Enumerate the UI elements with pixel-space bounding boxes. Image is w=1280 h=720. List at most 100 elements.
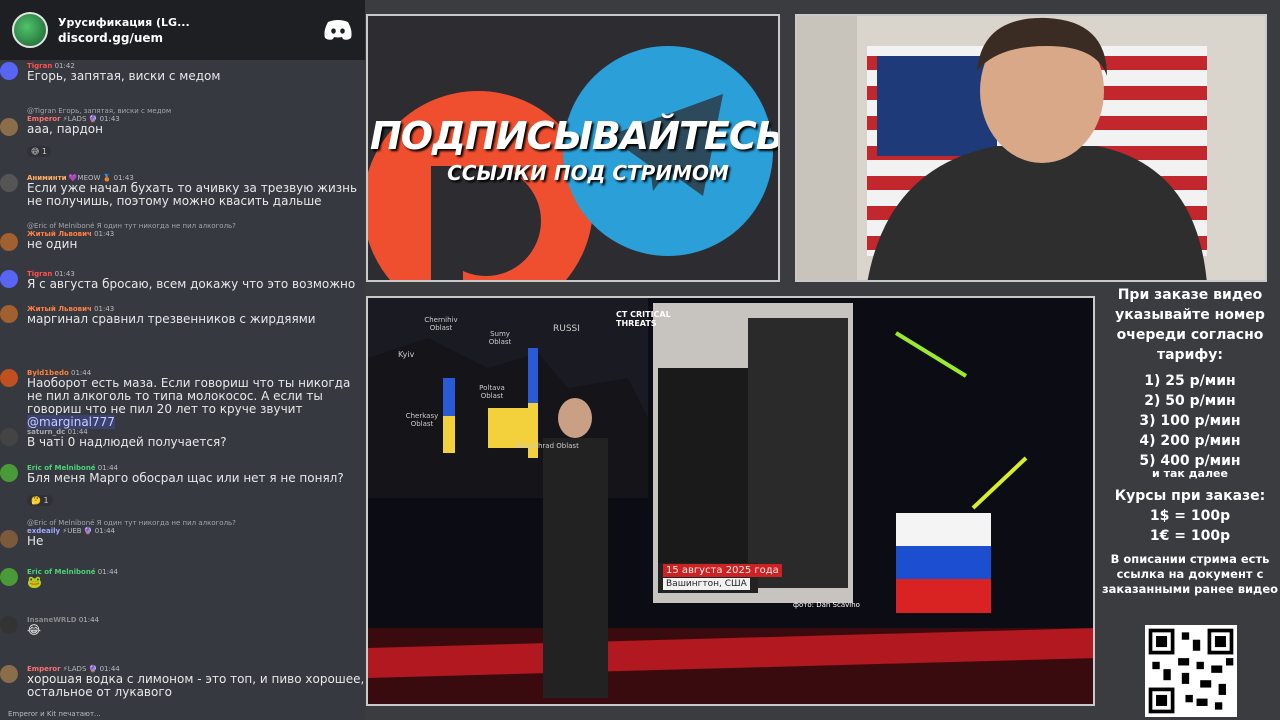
map-label-kyiv: Kyiv <box>398 350 415 359</box>
critical-threats-logo: CT CRITICAL THREATS <box>616 310 671 328</box>
tariff-4: 4) 200 р/мин <box>1139 433 1241 449</box>
invite-link[interactable]: discord.gg/uem <box>58 31 313 45</box>
user-avatar[interactable] <box>0 62 18 80</box>
user-avatar[interactable] <box>0 270 18 288</box>
chat-message: Byld1bedo 01:44 Наоборот есть маза. Если … <box>0 369 365 429</box>
message-text: не один <box>27 238 365 251</box>
user-avatar[interactable] <box>0 428 18 446</box>
promo-banner: ПОДПИСЫВАЙТЕСЬ ССЫЛКИ ПОД СТРИМОМ <box>366 14 780 282</box>
message-body: хорошая водка с лимоном - это топ, и пив… <box>27 672 365 699</box>
reply-reference[interactable]: @Eric of Melniboné Я один тут никогда не… <box>27 222 365 230</box>
order-intro: При заказе видео указывайте номер очеред… <box>1115 287 1265 363</box>
reply-reference[interactable]: @Eric of Melniboné Я один тут никогда не… <box>27 519 365 527</box>
message-body: Наоборот есть маза. Если говориш что ты … <box>27 376 351 416</box>
tariff-3: 3) 100 р/мин <box>1139 413 1241 429</box>
timestamp: 01:44 <box>94 527 115 535</box>
chat-message: Emperor ⚡LADS 🔮 01:44 хорошая водка с лим… <box>0 665 365 699</box>
server-name: Урусификация (LG... <box>58 15 190 29</box>
map-label-sumy: Sumy Oblast <box>488 330 512 346</box>
webcam-image <box>797 16 1265 280</box>
message-text: маргинал сравнил трезвенников с жирдяями <box>27 313 365 326</box>
message-body: Я с августа бросаю, всем докажу что это … <box>27 277 356 291</box>
discord-chat-panel: Урусификация (LG... discord.gg/uem Tigra… <box>0 0 365 720</box>
tariff-etc: и так далее <box>1152 467 1228 480</box>
message-list[interactable]: Tigran 01:42 Егорь, запятая, виски с медо… <box>0 60 365 720</box>
message-body: маргинал сравнил трезвенников с жирдяями <box>27 312 316 326</box>
user-avatar[interactable] <box>0 464 18 482</box>
chat-message: @Eric of Melniboné Я один тут никогда не… <box>0 519 365 548</box>
video-location-caption: Вашингтон, США <box>663 578 750 590</box>
chat-message: Аниминти 💜MEOW 🥉 01:43 Если уже начал бух… <box>0 174 365 208</box>
message-text: ааа, пардон <box>27 123 365 136</box>
promo-subtitle: ССЫЛКИ ПОД СТРИМОМ <box>447 161 729 185</box>
tariff-1: 1) 25 р/мин <box>1144 373 1236 389</box>
user-avatar[interactable] <box>0 616 18 634</box>
timestamp: 01:43 <box>94 230 115 238</box>
rate-usd: 1$ = 100р <box>1149 508 1231 524</box>
message-body: не один <box>27 237 78 251</box>
message-body: Не <box>27 534 44 548</box>
video-date-caption: 15 августа 2025 года <box>663 564 782 577</box>
chat-message: Eric of Melniboné 01:44 Бля меня Марго об… <box>0 464 365 507</box>
chat-message: @Eric of Melniboné Я один тут никогда не… <box>0 222 365 251</box>
message-body: ааа, пардон <box>27 122 103 136</box>
rates-title: Курсы при заказе: <box>1114 488 1266 504</box>
message-text: хорошая водка с лимоном - это топ, и пив… <box>27 673 365 699</box>
message-body: Если уже начал бухать то ачивку за трезв… <box>27 181 358 208</box>
message-body: В чатi 0 надлюдей получается? <box>27 435 227 449</box>
server-avatar <box>12 12 48 48</box>
chat-message: Tigran 01:42 Егорь, запятая, виски с медо… <box>0 62 365 83</box>
news-video: Chernihiv Oblast Sumy Oblast RUSSI Kyiv … <box>366 296 1095 706</box>
reaction-badge[interactable]: 😅 1 <box>27 146 51 157</box>
user-mention[interactable]: @marginal777 <box>27 415 115 429</box>
message-meta: Eric of Melniboné 01:44 <box>27 568 365 576</box>
map-label-kirovohrad: Kirovohrad Oblast <box>516 442 579 450</box>
news-video-frame <box>368 298 1093 704</box>
map-label-poltava: Poltava Oblast <box>479 384 505 400</box>
map-label-cherkasy: Cherkasy Oblast <box>405 412 439 428</box>
user-avatar[interactable] <box>0 174 18 192</box>
message-text: Бля меня Марго обосрал щас или нет я не … <box>27 472 365 485</box>
message-text: Я с августа бросаю, всем докажу что это … <box>27 278 365 291</box>
message-text: В чатi 0 надлюдей получается? <box>27 436 365 449</box>
chat-message: Tigran 01:43 Я с августа бросаю, всем док… <box>0 270 365 291</box>
user-avatar[interactable] <box>0 233 18 251</box>
timestamp: 01:44 <box>78 616 100 624</box>
chat-message: Житый Львович 01:43 маргинал сравнил трез… <box>0 305 365 326</box>
user-avatar[interactable] <box>0 305 18 323</box>
user-avatar[interactable] <box>0 118 18 136</box>
chat-message: Eric of Melniboné 01:44 🐸 <box>0 568 365 589</box>
user-avatar[interactable] <box>0 665 18 683</box>
map-label-chernihiv: Chernihiv Oblast <box>424 316 458 332</box>
user-avatar[interactable] <box>0 530 18 548</box>
message-body: 🐸 <box>27 575 42 589</box>
rate-eur: 1€ = 100р <box>1149 528 1231 544</box>
description-note: В описании стрима есть ссылка на докумен… <box>1101 552 1279 596</box>
order-info-panel: При заказе видео указывайте номер очеред… <box>1100 285 1280 597</box>
user-avatar[interactable] <box>0 568 18 586</box>
message-text: Наоборот есть маза. Если говориш что ты … <box>27 377 365 429</box>
message-text: Егорь, запятая, виски с медом <box>27 70 365 83</box>
message-meta: exdeaily ⚡UEB 🔮 01:44 <box>27 527 365 535</box>
timestamp: 01:44 <box>97 568 118 576</box>
user-avatar[interactable] <box>0 369 18 387</box>
message-meta: Житый Львович 01:43 <box>27 230 365 238</box>
map-label-russia: RUSSI <box>553 324 580 334</box>
chat-message: @Tigran Егорь, запятая, виски с медом Emp… <box>0 107 365 158</box>
message-meta: InsaneWRLD 01:44 <box>27 616 365 624</box>
qr-code-icon[interactable] <box>1145 625 1237 717</box>
message-text: 😂 <box>27 624 365 637</box>
message-text: Если уже начал бухать то ачивку за трезв… <box>27 182 365 208</box>
message-body: Егорь, запятая, виски с медом <box>27 69 221 83</box>
message-body: 😂 <box>27 623 42 637</box>
message-body: Бля меня Марго обосрал щас или нет я не … <box>27 471 344 485</box>
webcam-feed <box>795 14 1267 282</box>
message-text: 🐸 <box>27 576 365 589</box>
video-photo-credit: фото: Dan Scavino <box>793 601 860 609</box>
chat-message: saturn_dc 01:44 В чатi 0 надлюдей получае… <box>0 428 365 449</box>
user-badges: ⚡UEB 🔮 <box>62 527 93 535</box>
reaction-badge[interactable]: 🤔 1 <box>27 495 53 506</box>
typing-indicator: Emperor и Kit печатают... <box>8 710 101 718</box>
message-text: Не <box>27 535 365 548</box>
reply-reference[interactable]: @Tigran Егорь, запятая, виски с медом <box>27 107 365 115</box>
